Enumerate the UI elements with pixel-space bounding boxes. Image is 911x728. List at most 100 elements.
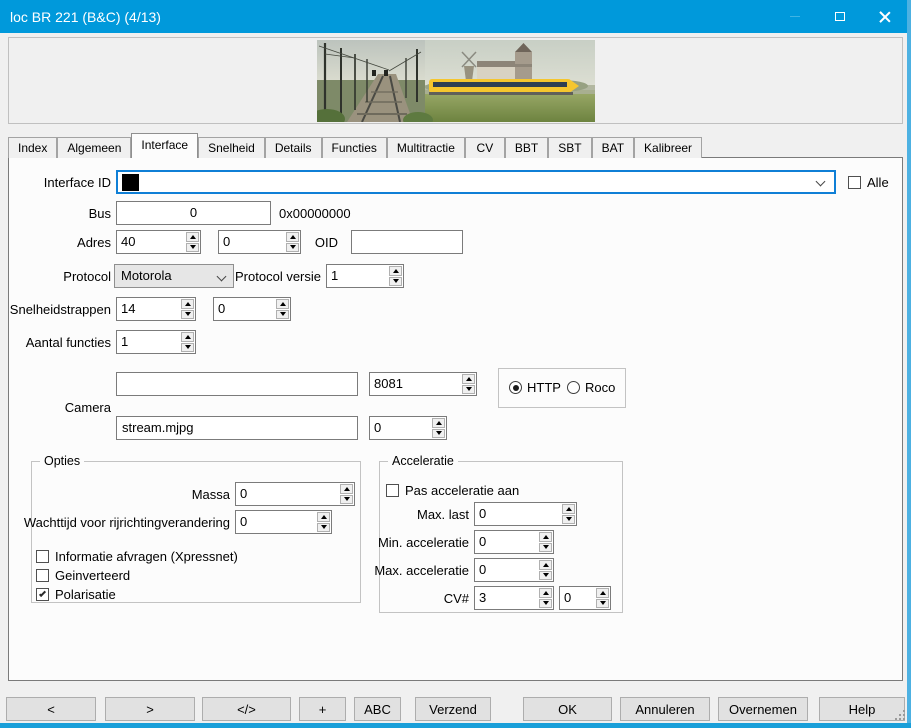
pas-acceleratie-checkbox[interactable]: Pas acceleratie aan <box>386 482 519 498</box>
spin-down-button[interactable] <box>462 385 475 395</box>
opties-title: Opties <box>40 453 84 469</box>
spin-down-button[interactable] <box>539 571 552 581</box>
annuleren-button[interactable]: Annuleren <box>620 697 710 721</box>
camera-port-spinner[interactable]: 8081 <box>369 372 477 396</box>
adres-spinner-1[interactable]: 40 <box>116 230 201 254</box>
banner-panel <box>8 37 903 124</box>
ok-button[interactable]: OK <box>523 697 612 721</box>
tab-bat[interactable]: BAT <box>592 137 634 158</box>
spin-up-button[interactable] <box>317 512 330 522</box>
min-acceleratie-spinner[interactable]: 0 <box>474 530 554 554</box>
spin-down-button[interactable] <box>389 277 402 287</box>
spin-up-button[interactable] <box>181 299 194 309</box>
interface-id-label: Interface ID <box>9 170 111 194</box>
snelheidstrappen-spinner-2[interactable]: 0 <box>213 297 291 321</box>
checkbox-box[interactable] <box>36 588 49 601</box>
spin-up-button[interactable] <box>276 299 289 309</box>
maximize-button[interactable] <box>817 0 862 33</box>
protocol-dropdown[interactable]: Motorola <box>114 264 234 288</box>
tab-sbt[interactable]: SBT <box>548 137 591 158</box>
roco-radio[interactable]: Roco <box>567 380 615 395</box>
spin-up-button[interactable] <box>462 374 475 384</box>
tab-details[interactable]: Details <box>265 137 322 158</box>
checkbox-label: Informatie afvragen (Xpressnet) <box>55 549 238 564</box>
spin-down-button[interactable] <box>181 310 194 320</box>
informatie-afvragen-checkbox[interactable]: Informatie afvragen (Xpressnet) <box>36 548 238 564</box>
radio-icon[interactable] <box>509 381 522 394</box>
spin-up-button[interactable] <box>389 266 402 276</box>
tab-cv[interactable]: CV <box>465 137 505 158</box>
spin-up-button[interactable] <box>539 532 552 542</box>
cv-label: CV# <box>380 586 469 610</box>
http-radio[interactable]: HTTP <box>509 380 561 395</box>
aantal-functies-spinner[interactable]: 1 <box>116 330 196 354</box>
spin-up-button[interactable] <box>186 232 199 242</box>
close-button[interactable] <box>862 0 907 33</box>
radio-icon[interactable] <box>567 381 580 394</box>
tab-functies[interactable]: Functies <box>322 137 387 158</box>
spin-down-button[interactable] <box>317 523 330 533</box>
spin-up-button[interactable] <box>596 588 609 598</box>
plus-button[interactable]: + <box>299 697 346 721</box>
spin-up-button[interactable] <box>340 484 353 494</box>
spin-up-button[interactable] <box>432 418 445 428</box>
tab-snelheid[interactable]: Snelheid <box>198 137 265 158</box>
max-last-spinner[interactable]: 0 <box>474 502 577 526</box>
tab-algemeen[interactable]: Algemeen <box>57 137 131 158</box>
nav-next-button[interactable]: > <box>105 697 195 721</box>
snelheidstrappen-spinner-1[interactable]: 14 <box>116 297 196 321</box>
spin-down-button[interactable] <box>340 495 353 505</box>
overnemen-button[interactable]: Overnemen <box>718 697 808 721</box>
tab-kalibreer[interactable]: Kalibreer <box>634 137 702 158</box>
bus-field[interactable]: 0 <box>116 201 271 225</box>
spin-down-button[interactable] <box>181 343 194 353</box>
spin-down-button[interactable] <box>596 599 609 609</box>
tab-multitractie[interactable]: Multitractie <box>387 137 465 158</box>
spin-up-button[interactable] <box>539 588 552 598</box>
spin-down-button[interactable] <box>432 429 445 439</box>
camera-stream-field[interactable]: stream.mjpg <box>116 416 358 440</box>
resize-grip[interactable] <box>903 718 905 720</box>
wachttijd-spinner[interactable]: 0 <box>235 510 332 534</box>
nav-prev-button[interactable]: < <box>6 697 96 721</box>
alle-checkbox-box[interactable] <box>848 176 861 189</box>
cv-spinner-1[interactable]: 3 <box>474 586 554 610</box>
spin-down-button[interactable] <box>276 310 289 320</box>
camera-stream-port-spinner[interactable]: 0 <box>369 416 447 440</box>
spin-up-button[interactable] <box>539 560 552 570</box>
polarisatie-checkbox[interactable]: Polarisatie <box>36 586 116 602</box>
alle-checkbox[interactable]: Alle <box>848 174 889 190</box>
minimize-button[interactable] <box>772 0 817 33</box>
chevron-down-icon[interactable] <box>816 177 826 187</box>
geinverteerd-checkbox[interactable]: Geinverteerd <box>36 567 130 583</box>
spin-up-button[interactable] <box>181 332 194 342</box>
checkbox-box[interactable] <box>36 550 49 563</box>
spin-down-button[interactable] <box>286 243 299 253</box>
oid-field[interactable] <box>351 230 463 254</box>
tab-index[interactable]: Index <box>8 137 57 158</box>
checkbox-box[interactable] <box>386 484 399 497</box>
checkbox-box[interactable] <box>36 569 49 582</box>
acceleratie-title: Acceleratie <box>388 453 458 469</box>
help-button[interactable]: Help <box>819 697 905 721</box>
spin-down-button[interactable] <box>562 515 575 525</box>
abc-button[interactable]: ABC <box>354 697 401 721</box>
spin-up-button[interactable] <box>562 504 575 514</box>
spin-down-button[interactable] <box>539 543 552 553</box>
spin-down-button[interactable] <box>539 599 552 609</box>
spin-up-button[interactable] <box>286 232 299 242</box>
snelheidstrappen-label: Snelheidstrappen <box>9 297 111 321</box>
camera-url-field[interactable] <box>116 372 358 396</box>
adres-spinner-2[interactable]: 0 <box>218 230 301 254</box>
protocol-versie-spinner[interactable]: 1 <box>326 264 404 288</box>
massa-spinner[interactable]: 0 <box>235 482 355 506</box>
tab-interface[interactable]: Interface <box>131 133 198 158</box>
tab-bbt[interactable]: BBT <box>505 137 548 158</box>
cv-spinner-2[interactable]: 0 <box>559 586 611 610</box>
interface-id-combobox[interactable] <box>116 170 836 194</box>
code-button[interactable]: </> <box>202 697 291 721</box>
max-acceleratie-spinner[interactable]: 0 <box>474 558 554 582</box>
spin-down-button[interactable] <box>186 243 199 253</box>
dialog-window: loc BR 221 (B&C) (4/13) <box>0 0 911 728</box>
verzend-button[interactable]: Verzend <box>415 697 491 721</box>
